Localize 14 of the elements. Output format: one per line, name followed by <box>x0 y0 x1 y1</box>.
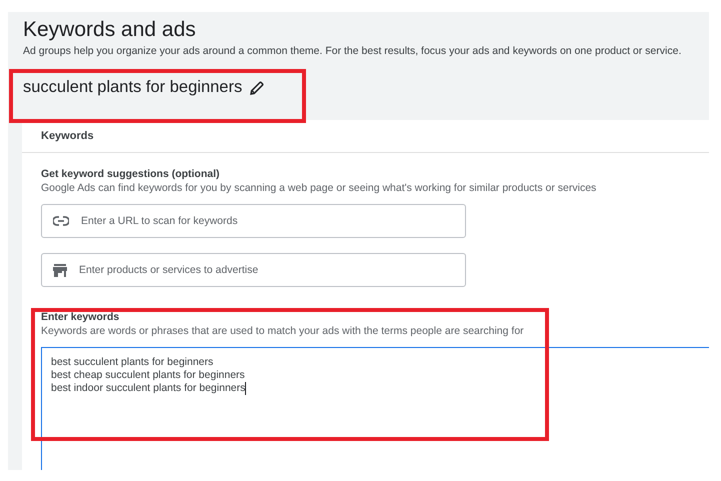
ad-group-name: succulent plants for beginners <box>23 78 242 97</box>
edit-icon[interactable] <box>250 80 264 94</box>
card-title: Keywords <box>22 120 709 153</box>
keywords-field[interactable]: best succulent plants for beginners best cheap succulent plants for beginners best indoor succulent plants for beginners <box>41 347 709 470</box>
input-field[interactable]: Enter products or services to advertise <box>41 253 466 287</box>
section-description: Keywords are words or phrases that are used to match your ads with the terms people are searching for <box>41 325 525 337</box>
page-description: Ad groups help you organize your ads around a common theme. For the best results, focus your ads and keywords on one product or service. <box>23 45 682 57</box>
section-heading: Get keyword suggestions (optional) <box>41 168 221 180</box>
input-field[interactable]: Enter a URL to scan for keywords <box>41 204 466 238</box>
store-icon <box>53 264 67 276</box>
link-icon <box>53 216 69 226</box>
section-description: Google Ads can find keywords for you by scanning a web page or seeing what's working for similar products or services <box>41 182 598 194</box>
section-heading: Enter keywords <box>41 311 120 323</box>
page-title: Keywords and ads <box>23 18 197 42</box>
